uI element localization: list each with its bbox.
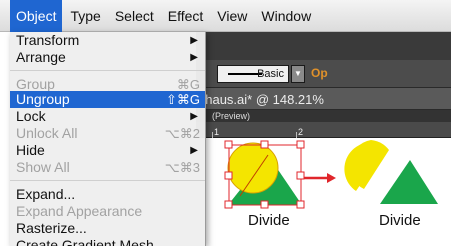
menu-item-rasterize[interactable]: Rasterize... xyxy=(10,220,205,237)
selection-handle[interactable] xyxy=(224,171,233,180)
menu-item-label: Show All xyxy=(16,159,70,175)
menu-separator xyxy=(10,180,205,181)
menu-item-label: Expand Appearance xyxy=(16,203,143,219)
menu-item-unlock-all[interactable]: Unlock All ⌥⌘2 xyxy=(10,125,205,142)
menu-item-shortcut: ⇧⌘G xyxy=(165,92,200,107)
menu-item-show-all[interactable]: Show All ⌥⌘3 xyxy=(10,159,205,176)
selection-handle[interactable] xyxy=(260,200,269,209)
menu-item-expand[interactable]: Expand... xyxy=(10,186,205,203)
selection-handle[interactable] xyxy=(224,200,233,209)
menu-item-label: Lock xyxy=(16,108,46,124)
selection-handle[interactable] xyxy=(296,171,305,180)
selection-handle[interactable] xyxy=(260,140,269,149)
menu-item-hide[interactable]: Hide ▶ xyxy=(10,142,205,159)
object-dropdown-menu: Transform ▶ Arrange ▶ Group ⌘G Ungroup ⇧… xyxy=(10,32,206,246)
divided-triangle-piece[interactable] xyxy=(380,160,438,204)
red-arrow-icon xyxy=(304,173,336,183)
menu-item-ungroup[interactable]: Ungroup ⇧⌘G xyxy=(10,91,205,108)
selection-handle[interactable] xyxy=(296,200,305,209)
menu-item-arrange[interactable]: Arrange ▶ xyxy=(10,49,205,66)
submenu-arrow-icon: ▶ xyxy=(190,145,198,156)
yellow-circle[interactable] xyxy=(227,142,279,194)
menu-item-label: Rasterize... xyxy=(16,220,87,236)
menu-item-label: Arrange xyxy=(16,49,66,65)
selection-handle[interactable] xyxy=(296,140,305,149)
menu-item-label: Unlock All xyxy=(16,125,78,141)
submenu-arrow-icon: ▶ xyxy=(190,52,198,63)
submenu-arrow-icon: ▶ xyxy=(190,35,198,46)
menu-item-label: Hide xyxy=(16,142,45,158)
menu-item-shortcut: ⌥⌘3 xyxy=(164,160,200,175)
after-caption: Divide xyxy=(379,212,421,229)
menu-item-label: Expand... xyxy=(16,186,76,202)
menu-item-expand-appearance[interactable]: Expand Appearance xyxy=(10,203,205,220)
before-caption: Divide xyxy=(248,212,290,229)
selection-handle[interactable] xyxy=(224,140,233,149)
menu-item-transform[interactable]: Transform ▶ xyxy=(10,32,205,49)
menu-item-shortcut: ⌥⌘2 xyxy=(164,126,200,141)
submenu-arrow-icon: ▶ xyxy=(190,111,198,122)
menu-item-lock[interactable]: Lock ▶ xyxy=(10,108,205,125)
divided-circle-piece[interactable] xyxy=(349,140,389,189)
menu-separator xyxy=(10,70,205,71)
menu-item-label: Transform xyxy=(16,32,80,48)
menu-item-create-gradient-mesh[interactable]: Create Gradient Mesh... xyxy=(10,237,205,246)
menu-item-label: Ungroup xyxy=(16,91,70,107)
menu-item-label: Create Gradient Mesh... xyxy=(16,237,166,246)
